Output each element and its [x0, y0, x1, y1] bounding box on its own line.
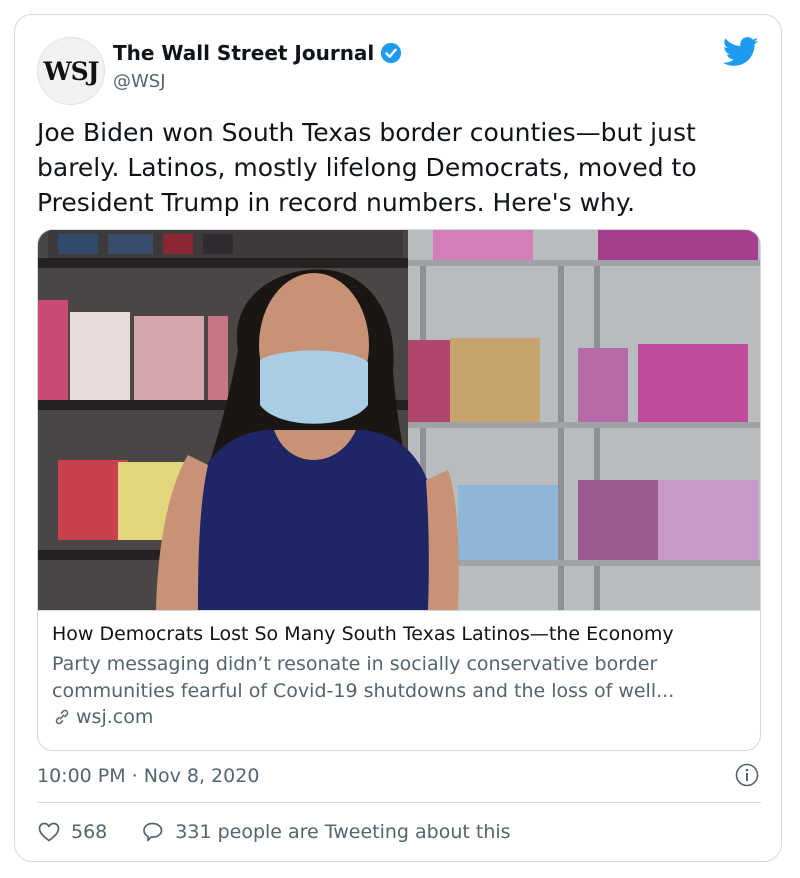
like-button[interactable]: 568	[37, 820, 107, 844]
verified-badge-icon	[381, 42, 402, 64]
tweet-actions: 568 331 people are Tweeting about this	[37, 820, 545, 844]
link-domain[interactable]: wsj.com	[76, 706, 153, 728]
tweet-text: Joe Biden won South Texas border countie…	[37, 118, 697, 217]
reply-bubble-icon	[143, 822, 163, 842]
link-icon	[55, 709, 69, 725]
avatar[interactable]: WSJ	[37, 37, 105, 105]
article-image[interactable]	[38, 230, 761, 610]
divider	[37, 802, 761, 803]
author-name-row[interactable]: The Wall Street Journal	[113, 41, 402, 65]
account-handle[interactable]: @WSJ	[113, 71, 166, 92]
tweet-timestamp[interactable]: 10:00 PM · Nov 8, 2020	[37, 765, 259, 787]
link-title[interactable]: How Democrats Lost So Many South Texas L…	[52, 623, 674, 645]
link-preview-card[interactable]: How Democrats Lost So Many South Texas L…	[37, 229, 761, 751]
info-icon[interactable]	[735, 763, 759, 787]
twitter-bird-icon[interactable]	[723, 37, 759, 67]
tweet-card: WSJ The Wall Street Journal @WSJ Joe Bid…	[14, 14, 782, 862]
link-preview-text[interactable]: How Democrats Lost So Many South Texas L…	[38, 610, 760, 750]
like-count: 568	[71, 821, 108, 843]
heart-icon	[38, 822, 60, 842]
reply-button[interactable]: 331 people are Tweeting about this	[141, 820, 511, 844]
display-name[interactable]: The Wall Street Journal	[113, 41, 374, 65]
link-description: Party messaging didn’t resonate in socia…	[52, 653, 675, 702]
tweeting-about-text: 331 people are Tweeting about this	[175, 821, 511, 843]
link-domain-row[interactable]: wsj.com	[52, 706, 153, 728]
